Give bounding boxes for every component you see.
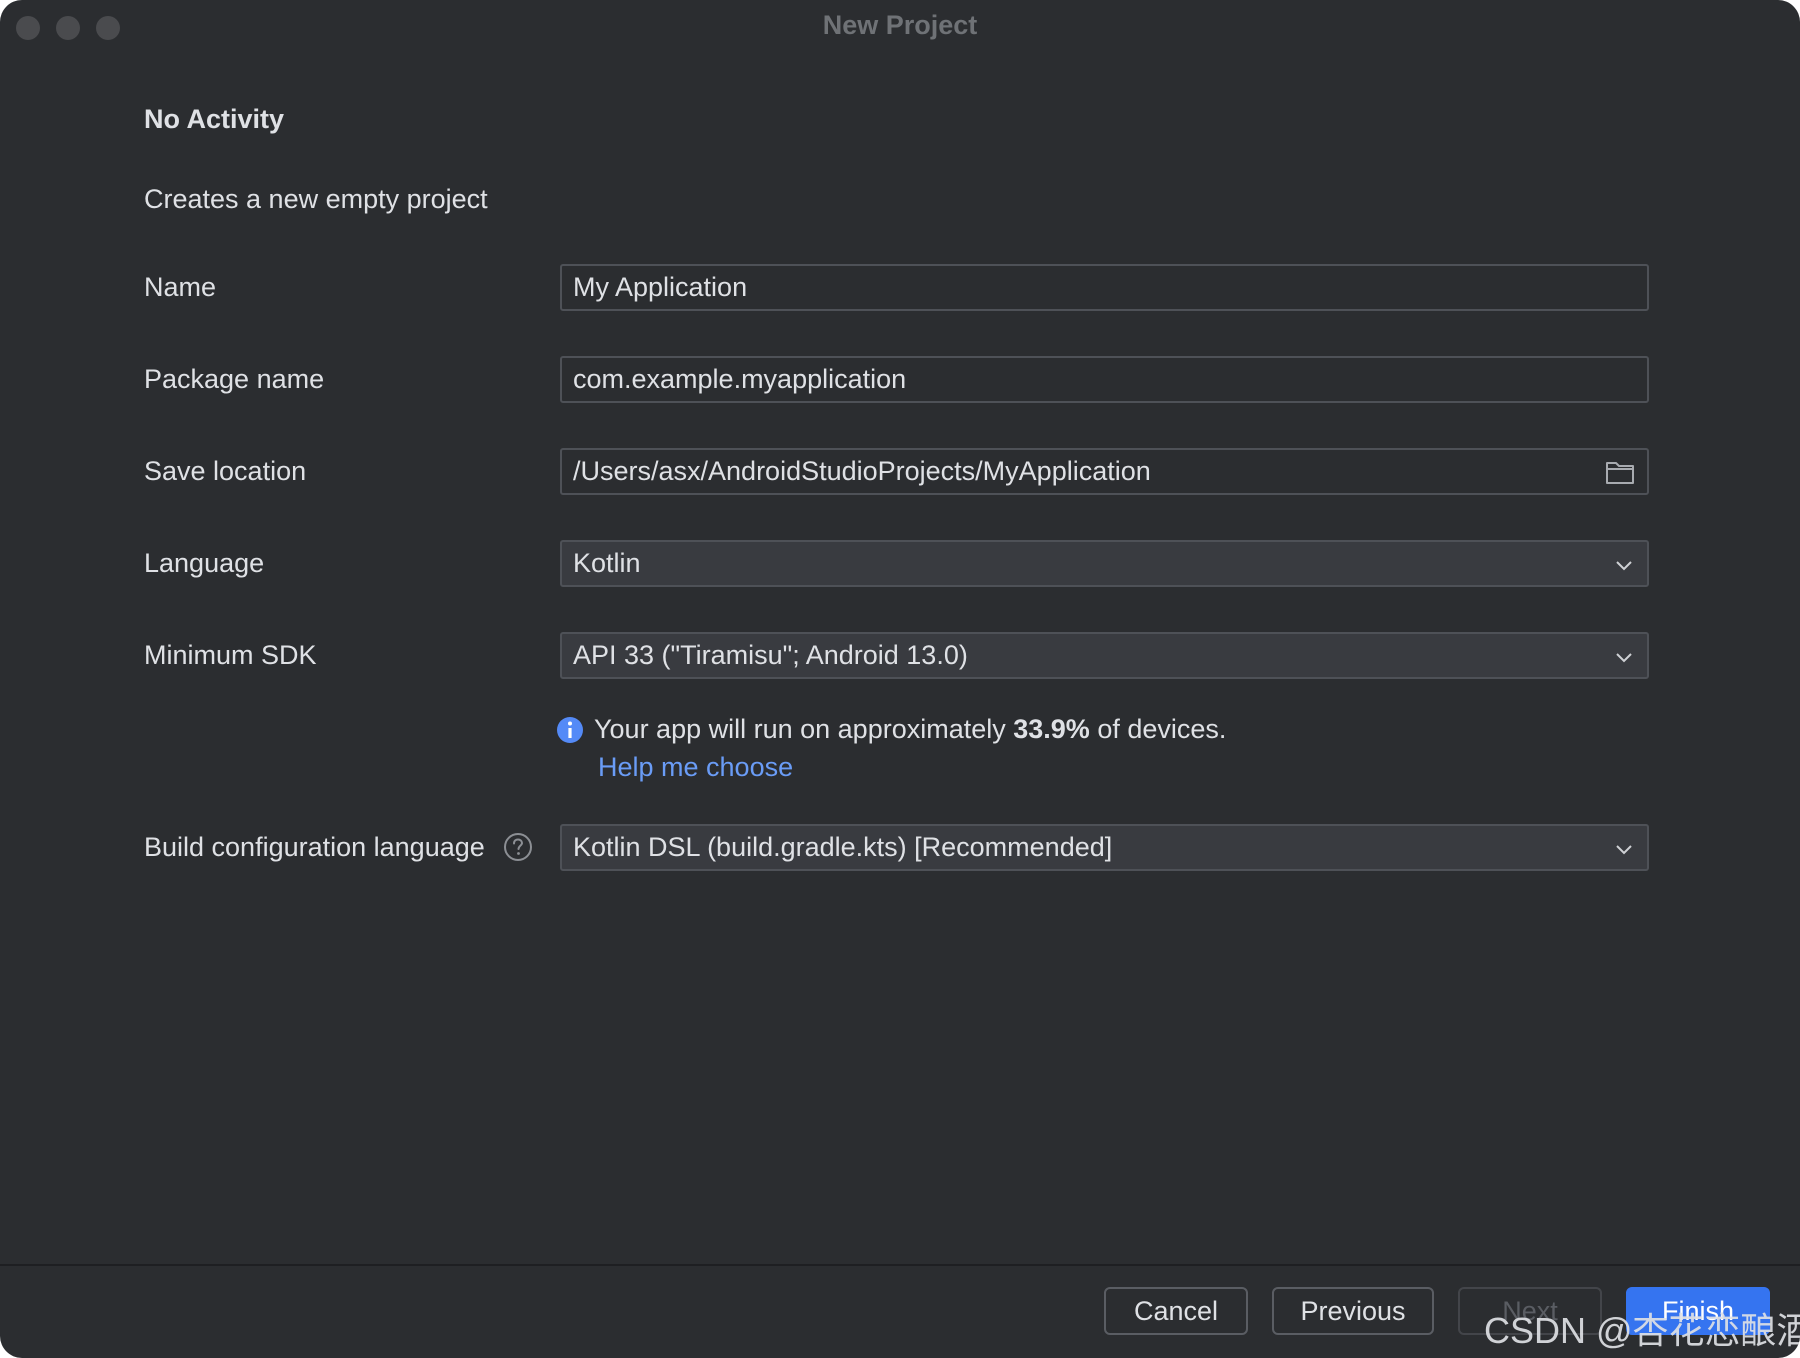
name-value: My Application (573, 272, 748, 302)
folder-icon[interactable] (1605, 459, 1635, 485)
previous-button[interactable]: Previous (1272, 1287, 1434, 1335)
device-coverage-prefix: Your app will run on approximately (594, 714, 1014, 744)
chevron-down-icon (1616, 845, 1632, 855)
name-field[interactable]: My Application (560, 264, 1649, 311)
save-location-value: /Users/asx/AndroidStudioProjects/MyAppli… (573, 456, 1151, 486)
language-select[interactable]: Kotlin (560, 540, 1649, 587)
help-icon[interactable] (503, 832, 533, 862)
info-icon (557, 717, 583, 743)
template-description: Creates a new empty project (144, 184, 488, 214)
minimum-sdk-select[interactable]: API 33 ("Tiramisu"; Android 13.0) (560, 632, 1649, 679)
help-me-choose-link[interactable]: Help me choose (598, 752, 793, 783)
template-heading: No Activity (144, 104, 285, 134)
title-bar: New Project (0, 0, 1800, 54)
chevron-down-icon (1616, 561, 1632, 571)
language-label: Language (144, 548, 265, 578)
name-label: Name (144, 272, 217, 302)
minimum-sdk-value: API 33 ("Tiramisu"; Android 13.0) (573, 640, 968, 670)
device-coverage-text: Your app will run on approximately 33.9%… (594, 714, 1226, 745)
new-project-window: New Project No Activity Creates a new em… (0, 0, 1800, 1358)
save-location-field[interactable]: /Users/asx/AndroidStudioProjects/MyAppli… (560, 448, 1649, 495)
build-config-language-select[interactable]: Kotlin DSL (build.gradle.kts) [Recommend… (560, 824, 1649, 871)
save-location-label: Save location (144, 456, 307, 486)
device-coverage-percent: 33.9% (1013, 714, 1090, 744)
package-name-value: com.example.myapplication (573, 364, 907, 394)
build-config-language-label: Build configuration language (144, 832, 485, 862)
package-name-field[interactable]: com.example.myapplication (560, 356, 1649, 403)
csdn-watermark: CSDN @杏花恋酿酒 (1484, 1310, 1800, 1351)
window-title: New Project (822, 10, 978, 40)
minimum-sdk-label: Minimum SDK (144, 640, 317, 670)
cancel-button[interactable]: Cancel (1104, 1287, 1248, 1335)
build-config-language-value: Kotlin DSL (build.gradle.kts) [Recommend… (573, 832, 1113, 862)
package-name-label: Package name (144, 364, 325, 394)
chevron-down-icon (1616, 653, 1632, 663)
device-coverage-suffix: of devices. (1089, 714, 1227, 744)
language-value: Kotlin (573, 548, 641, 578)
